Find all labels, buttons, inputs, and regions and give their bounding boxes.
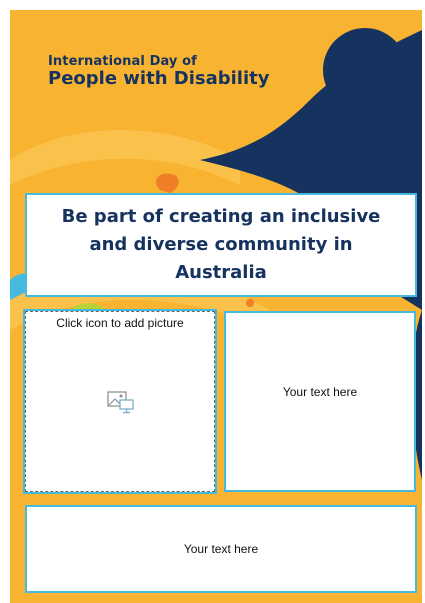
event-title: International Day of People with Disabil… [48,54,269,89]
headline-text-box[interactable]: Be part of creating an inclusive and div… [25,193,417,297]
insert-picture-icon[interactable] [107,390,135,414]
picture-placeholder[interactable]: Click icon to add picture [25,311,215,492]
title-line-2: People with Disability [48,68,270,89]
title-line-1: International Day of [48,54,197,69]
text-box-right-text: Your text here [282,385,358,399]
headline-text: Be part of creating an inclusive and div… [61,206,381,283]
event-poster: International Day of People with Disabil… [10,10,422,603]
text-box-bottom-text: Your text here [183,542,259,556]
picture-placeholder-label: Click icon to add picture [56,316,184,330]
text-box-right[interactable]: Your text here [224,311,416,492]
text-box-bottom[interactable]: Your text here [25,505,417,593]
